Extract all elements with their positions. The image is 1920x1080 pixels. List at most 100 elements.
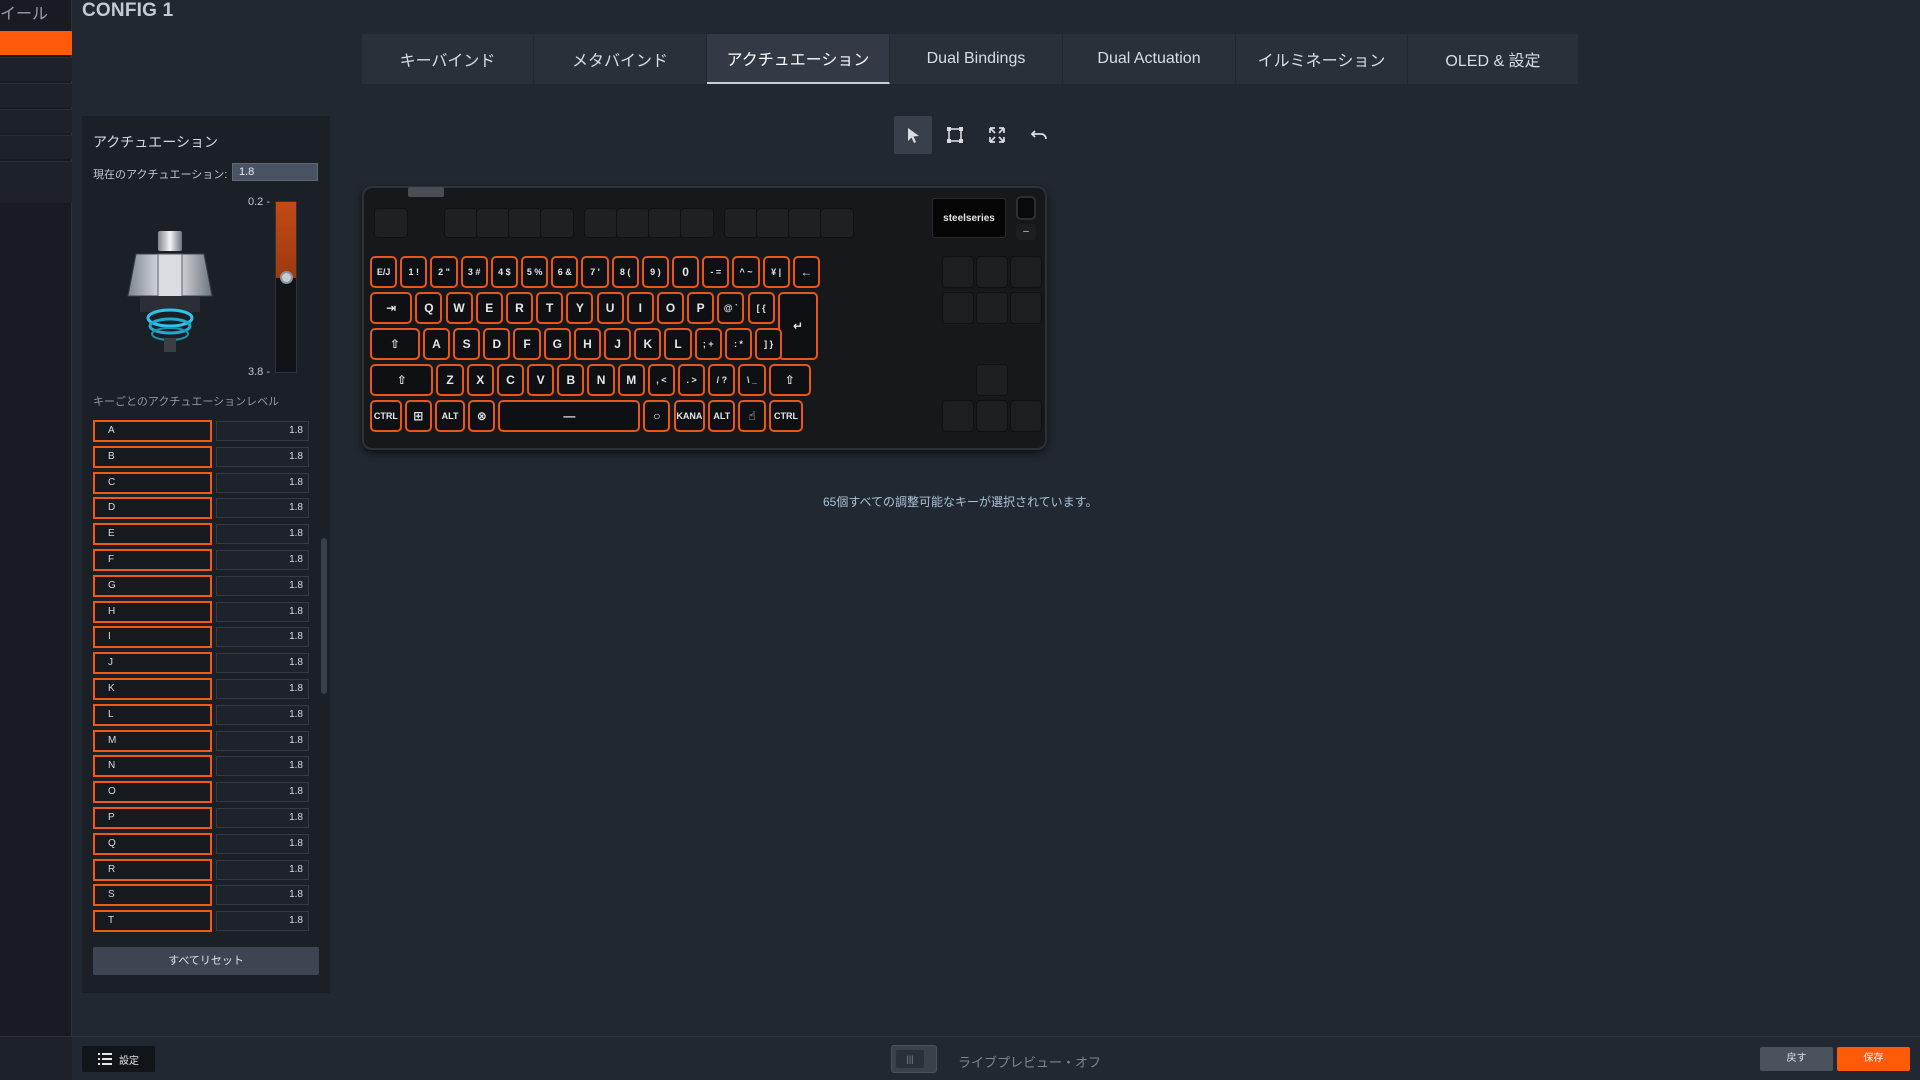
key-value-cell[interactable]: 1.8 (216, 704, 309, 725)
key[interactable]: ] } (755, 328, 783, 360)
sidebar-item[interactable] (0, 83, 72, 107)
key[interactable]: P (687, 292, 715, 324)
key[interactable]: Q (415, 292, 443, 324)
key[interactable]: ; + (694, 328, 722, 360)
key-value-cell[interactable]: 1.8 (216, 575, 309, 596)
key-name-cell[interactable]: A (93, 420, 212, 442)
key-name-cell[interactable]: J (93, 652, 212, 675)
per-key-row[interactable]: D 1.8 (93, 497, 309, 520)
per-key-row[interactable]: Q 1.8 (93, 832, 309, 855)
per-key-row[interactable]: H 1.8 (93, 600, 309, 623)
key-name-cell[interactable]: B (93, 445, 212, 468)
tab-dual-bindings[interactable]: Dual Bindings (890, 34, 1063, 84)
tab-illumination[interactable]: イルミネーション (1236, 34, 1408, 84)
key-name-cell[interactable]: R (93, 858, 212, 881)
key[interactable]: . > (678, 364, 706, 396)
key-value-cell[interactable]: 1.8 (216, 498, 309, 519)
sidebar-item[interactable] (0, 135, 72, 159)
key[interactable]: ⇧ (370, 364, 434, 396)
key[interactable]: 0 (672, 256, 700, 288)
key[interactable]: K (634, 328, 662, 360)
per-key-row[interactable]: M 1.8 (93, 729, 309, 752)
key-value-cell[interactable]: 1.8 (216, 472, 309, 493)
key-value-cell[interactable]: 1.8 (216, 833, 309, 854)
key[interactable]: A (422, 328, 451, 360)
per-key-row[interactable]: J 1.8 (93, 652, 309, 675)
key[interactable]: CTRL (768, 400, 804, 432)
key-name-cell[interactable]: G (93, 574, 212, 597)
per-key-row[interactable]: R 1.8 (93, 858, 309, 881)
navigation-key[interactable] (1010, 292, 1042, 324)
settings-button[interactable]: 設定 (82, 1046, 155, 1072)
key[interactable]: @ ` (717, 292, 745, 324)
key[interactable]: ⇧ (768, 364, 811, 396)
reset-all-button[interactable]: すべてリセット (93, 947, 319, 975)
function-key[interactable] (616, 208, 650, 238)
key[interactable]: 4 $ (490, 256, 518, 288)
key-value-cell[interactable]: 1.8 (216, 911, 309, 932)
key[interactable]: G (543, 328, 571, 360)
actuation-slider-handle[interactable] (280, 270, 293, 284)
function-key[interactable] (820, 208, 854, 238)
key-name-cell[interactable]: S (93, 884, 212, 907)
per-key-row[interactable]: E 1.8 (93, 523, 309, 546)
key[interactable]: B (557, 364, 585, 396)
function-key[interactable] (508, 208, 542, 238)
navigation-key[interactable] (942, 400, 974, 432)
key[interactable]: ← (792, 256, 820, 288)
box-select-icon[interactable] (936, 116, 974, 154)
revert-button[interactable]: 戻す (1760, 1047, 1833, 1071)
key[interactable]: , < (647, 364, 676, 396)
per-key-row[interactable]: N 1.8 (93, 755, 309, 778)
actuation-slider[interactable] (275, 201, 297, 373)
per-key-row[interactable]: S 1.8 (93, 884, 309, 907)
per-key-row[interactable]: O 1.8 (93, 781, 309, 804)
key[interactable]: X (466, 364, 494, 396)
key-value-cell[interactable]: 1.8 (216, 678, 309, 699)
tab-keybind[interactable]: キーバインド (362, 34, 534, 84)
sidebar-item-active[interactable] (0, 31, 72, 55)
key[interactable]: ⇥ (370, 292, 413, 324)
key[interactable]: E/J (370, 256, 398, 288)
navigation-key[interactable] (942, 256, 974, 288)
key[interactable]: 6 & (551, 256, 579, 288)
key-name-cell[interactable]: H (93, 600, 212, 623)
key-value-cell[interactable]: 1.8 (216, 885, 309, 906)
per-key-row[interactable]: T 1.8 (93, 910, 309, 932)
function-key[interactable] (756, 208, 790, 238)
function-key[interactable] (476, 208, 510, 238)
sidebar-item[interactable] (0, 161, 72, 203)
key[interactable]: U (596, 292, 624, 324)
key[interactable]: ¥ | (762, 256, 790, 288)
key-name-cell[interactable]: Q (93, 832, 212, 855)
key[interactable]: ⇧ (370, 328, 420, 360)
function-key[interactable] (584, 208, 618, 238)
key-name-cell[interactable]: P (93, 806, 212, 829)
key[interactable]: ↵ (777, 292, 819, 360)
key-value-cell[interactable]: 1.8 (216, 421, 309, 441)
key[interactable]: - = (702, 256, 730, 288)
function-key[interactable] (374, 208, 408, 238)
key[interactable]: ⊞ (404, 400, 432, 432)
current-actuation-input[interactable] (232, 163, 318, 181)
tab-oled-settings[interactable]: OLED & 設定 (1408, 34, 1579, 84)
per-key-row[interactable]: B 1.8 (93, 445, 309, 468)
key[interactable]: Z (436, 364, 464, 396)
key-value-cell[interactable]: 1.8 (216, 730, 309, 751)
key[interactable]: 5 % (521, 256, 549, 288)
per-key-row[interactable]: G 1.8 (93, 574, 309, 597)
function-key[interactable] (680, 208, 714, 238)
key-value-cell[interactable]: 1.8 (216, 807, 309, 828)
function-key[interactable] (444, 208, 478, 238)
key-name-cell[interactable]: C (93, 471, 212, 494)
key[interactable]: L (664, 328, 692, 360)
list-scrollbar-thumb[interactable] (321, 538, 327, 694)
key[interactable]: I (626, 292, 654, 324)
per-key-row[interactable]: C 1.8 (93, 471, 309, 494)
navigation-key[interactable] (1010, 400, 1042, 432)
key-value-cell[interactable]: 1.8 (216, 859, 309, 880)
key-name-cell[interactable]: F (93, 548, 212, 571)
key-value-cell[interactable]: 1.8 (216, 601, 309, 622)
key-name-cell[interactable]: D (93, 497, 212, 520)
key-value-cell[interactable]: 1.8 (216, 446, 309, 467)
